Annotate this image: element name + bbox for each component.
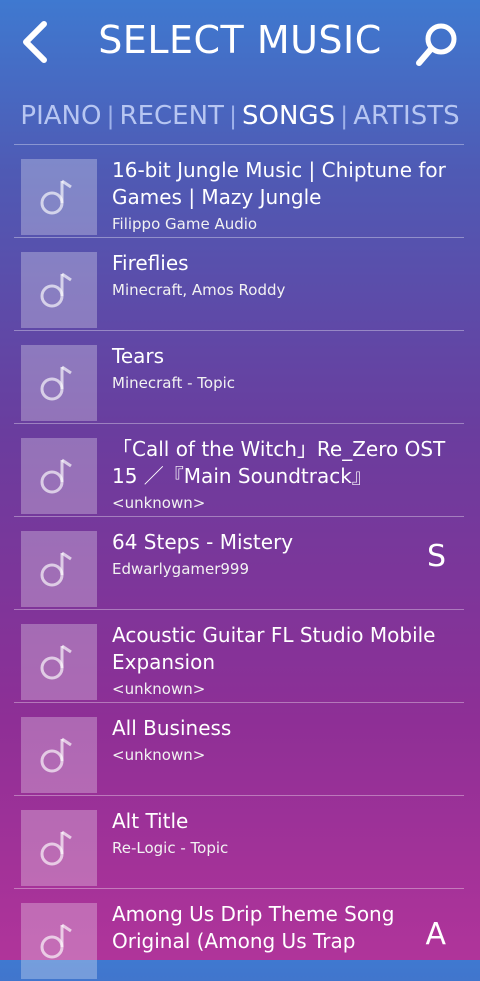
song-row[interactable]: Among Us Drip Theme Song Original (Among…	[14, 888, 464, 981]
song-artist: Edwarlygamer999	[112, 560, 250, 578]
song-thumbnail	[21, 624, 97, 700]
page-title: SELECT MUSIC	[98, 18, 382, 62]
song-thumbnail	[21, 252, 97, 328]
song-list: 16-bit Jungle Music | Chiptune for Games…	[14, 144, 464, 981]
song-title: 「Call of the Witch」Re_Zero OST 15 ／『Main…	[112, 437, 446, 488]
top-bar: SELECT MUSIC	[0, 0, 480, 86]
song-thumbnail	[21, 531, 97, 607]
song-row[interactable]: 「Call of the Witch」Re_Zero OST 15 ／『Main…	[14, 423, 464, 516]
song-row[interactable]: Tears Minecraft - Topic	[14, 330, 464, 423]
tab-separator: |	[340, 102, 349, 130]
song-title: Acoustic Guitar FL Studio Mobile Expansi…	[112, 623, 436, 674]
song-artist: <unknown>	[112, 746, 206, 764]
song-artist: Re-Logic - Topic	[112, 839, 229, 857]
music-note-icon	[40, 365, 72, 401]
song-row[interactable]: All Business <unknown>	[14, 702, 464, 795]
song-thumbnail	[21, 717, 97, 793]
tab-songs[interactable]: SONGS	[238, 101, 339, 131]
search-icon[interactable]	[414, 20, 462, 68]
music-note-icon	[40, 272, 72, 308]
song-row[interactable]: Acoustic Guitar FL Studio Mobile Expansi…	[14, 609, 464, 702]
category-tabs: PIANO | RECENT | SONGS | ARTISTS	[0, 96, 480, 136]
song-artist: Minecraft, Amos Roddy	[112, 281, 286, 299]
song-title: Among Us Drip Theme Song Original (Among…	[112, 902, 395, 953]
song-row[interactable]: 16-bit Jungle Music | Chiptune for Games…	[14, 144, 464, 237]
tab-separator: |	[228, 102, 238, 130]
music-note-icon	[40, 737, 72, 773]
tab-separator: |	[106, 102, 115, 130]
music-note-icon	[40, 923, 72, 959]
song-thumbnail	[21, 345, 97, 421]
song-thumbnail	[21, 903, 97, 979]
song-thumbnail	[21, 810, 97, 886]
music-note-icon	[40, 644, 72, 680]
song-title: Fireflies	[112, 251, 189, 275]
alphabet-index-letter[interactable]: S	[427, 539, 446, 574]
song-row[interactable]: Alt Title Re-Logic - Topic	[14, 795, 464, 888]
music-note-icon	[40, 830, 72, 866]
tab-artists[interactable]: ARTISTS	[349, 101, 463, 131]
song-artist: <unknown>	[112, 680, 206, 698]
song-title: 16-bit Jungle Music | Chiptune for Games…	[112, 158, 446, 209]
song-title: 64 Steps - Mistery	[112, 530, 294, 554]
song-artist: Minecraft - Topic	[112, 374, 236, 392]
song-title: Tears	[112, 344, 165, 368]
song-thumbnail	[21, 159, 97, 235]
song-row[interactable]: Fireflies Minecraft, Amos Roddy	[14, 237, 464, 330]
song-thumbnail	[21, 438, 97, 514]
music-note-icon	[40, 458, 72, 494]
tab-piano[interactable]: PIANO	[16, 101, 105, 131]
song-title: Alt Title	[112, 809, 189, 833]
song-row[interactable]: 64 Steps - Mistery Edwarlygamer999 S	[14, 516, 464, 609]
alphabet-index-letter[interactable]: A	[425, 917, 446, 952]
song-title: All Business	[112, 716, 232, 740]
music-note-icon	[40, 551, 72, 587]
song-artist: Filippo Game Audio	[112, 215, 258, 233]
music-note-icon	[40, 179, 72, 215]
tab-recent[interactable]: RECENT	[116, 101, 228, 131]
song-artist: <unknown>	[112, 494, 206, 512]
